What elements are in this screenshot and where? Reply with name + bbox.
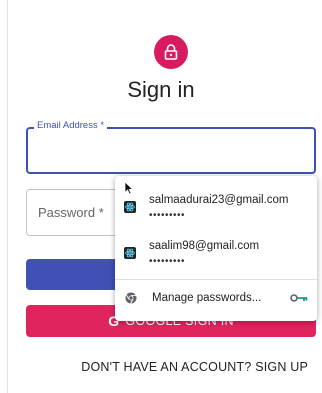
react-icon xyxy=(124,201,136,213)
signup-link[interactable]: DON'T HAVE AN ACCOUNT? SIGN UP xyxy=(81,360,308,374)
lock-avatar xyxy=(154,35,188,69)
credential-email: salmaadurai23@gmail.com xyxy=(149,194,289,206)
chrome-icon xyxy=(125,292,137,304)
signin-page: Sign in Email Address * Password * G GOO… xyxy=(0,0,322,393)
credential-masked-password: ••••••••• xyxy=(149,256,186,267)
password-suggestion-popup: salmaadurai23@gmail.com ••••••••• saalim… xyxy=(115,176,317,321)
cursor-icon xyxy=(124,181,134,195)
popup-divider xyxy=(115,279,317,280)
credential-masked-password: ••••••••• xyxy=(149,210,186,221)
email-field-label: Email Address * xyxy=(34,120,108,131)
email-field[interactable] xyxy=(26,127,316,174)
key-icon xyxy=(290,294,308,302)
manage-passwords-item[interactable]: Manage passwords... xyxy=(115,284,317,312)
manage-passwords-label: Manage passwords... xyxy=(152,292,262,304)
lock-icon xyxy=(164,44,178,60)
credential-email: saalim98@gmail.com xyxy=(149,240,260,252)
password-field-label: Password * xyxy=(38,205,104,220)
page-title: Sign in xyxy=(127,77,195,102)
react-icon xyxy=(124,247,136,259)
saved-credential-item[interactable]: saalim98@gmail.com ••••••••• xyxy=(115,230,317,274)
left-border xyxy=(7,0,8,393)
saved-credential-item[interactable]: salmaadurai23@gmail.com ••••••••• xyxy=(115,184,317,228)
